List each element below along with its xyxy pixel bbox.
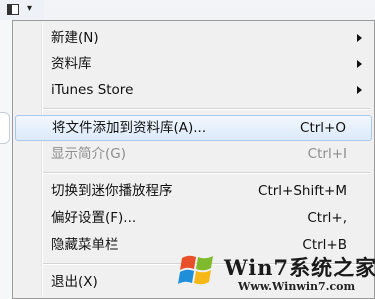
- menu-item-label: 将文件添加到资料库(A)...: [52, 120, 207, 136]
- menu-item-new[interactable]: 新建(N): [13, 25, 374, 51]
- submenu-arrow-icon: [357, 34, 362, 42]
- menu-item-itunes-store[interactable]: iTunes Store: [13, 77, 374, 103]
- watermark-title: Win7系统之家: [224, 255, 375, 280]
- menu-item-add-file-to-library[interactable]: 将文件添加到资料库(A)... Ctrl+O: [15, 115, 372, 141]
- menu-item-mini-player[interactable]: 切换到迷你播放程序 Ctrl+Shift+M: [13, 178, 374, 204]
- background-window-edge: [0, 20, 12, 299]
- screen: ▾ 新建(N) 资料库 iTunes Store 将文件添加到资料库(A)...…: [0, 0, 375, 299]
- background-tab: [0, 112, 10, 144]
- app-menu-icon: [7, 4, 19, 15]
- menu-item-label: 退出(X): [51, 274, 98, 290]
- menu-item-get-info[interactable]: 显示简介(G) Ctrl+I: [13, 141, 374, 167]
- watermark-url: Www.Winwin7.com: [238, 280, 356, 293]
- app-menu-button[interactable]: ▾: [0, 0, 44, 20]
- menu-item-shortcut: Ctrl+O: [300, 120, 346, 136]
- menu-item-library[interactable]: 资料库: [13, 51, 374, 77]
- menu-item-label: 资料库: [51, 56, 92, 72]
- menu-separator: [43, 108, 370, 110]
- menu-separator: [43, 172, 370, 174]
- menu-item-shortcut: Ctrl+,: [307, 210, 347, 226]
- windows-logo-icon: [178, 255, 213, 285]
- menu-item-shortcut: Ctrl+I: [307, 146, 347, 162]
- menu-item-label: 切换到迷你播放程序: [51, 183, 173, 199]
- menu-item-label: 显示简介(G): [51, 146, 126, 162]
- submenu-arrow-icon: [357, 60, 362, 68]
- site-watermark: Win7系统之家 Www.Winwin7.com: [176, 244, 375, 299]
- submenu-arrow-icon: [357, 86, 362, 94]
- menu-item-shortcut: Ctrl+Shift+M: [258, 183, 347, 199]
- chevron-down-icon: ▾: [27, 3, 33, 14]
- menu-item-label: 隐藏菜单栏: [51, 237, 119, 253]
- menu-item-label: iTunes Store: [51, 82, 134, 98]
- menu-item-preferences[interactable]: 偏好设置(F)... Ctrl+,: [13, 205, 374, 231]
- menu-item-label: 新建(N): [51, 30, 99, 46]
- menu-item-label: 偏好设置(F)...: [51, 210, 137, 226]
